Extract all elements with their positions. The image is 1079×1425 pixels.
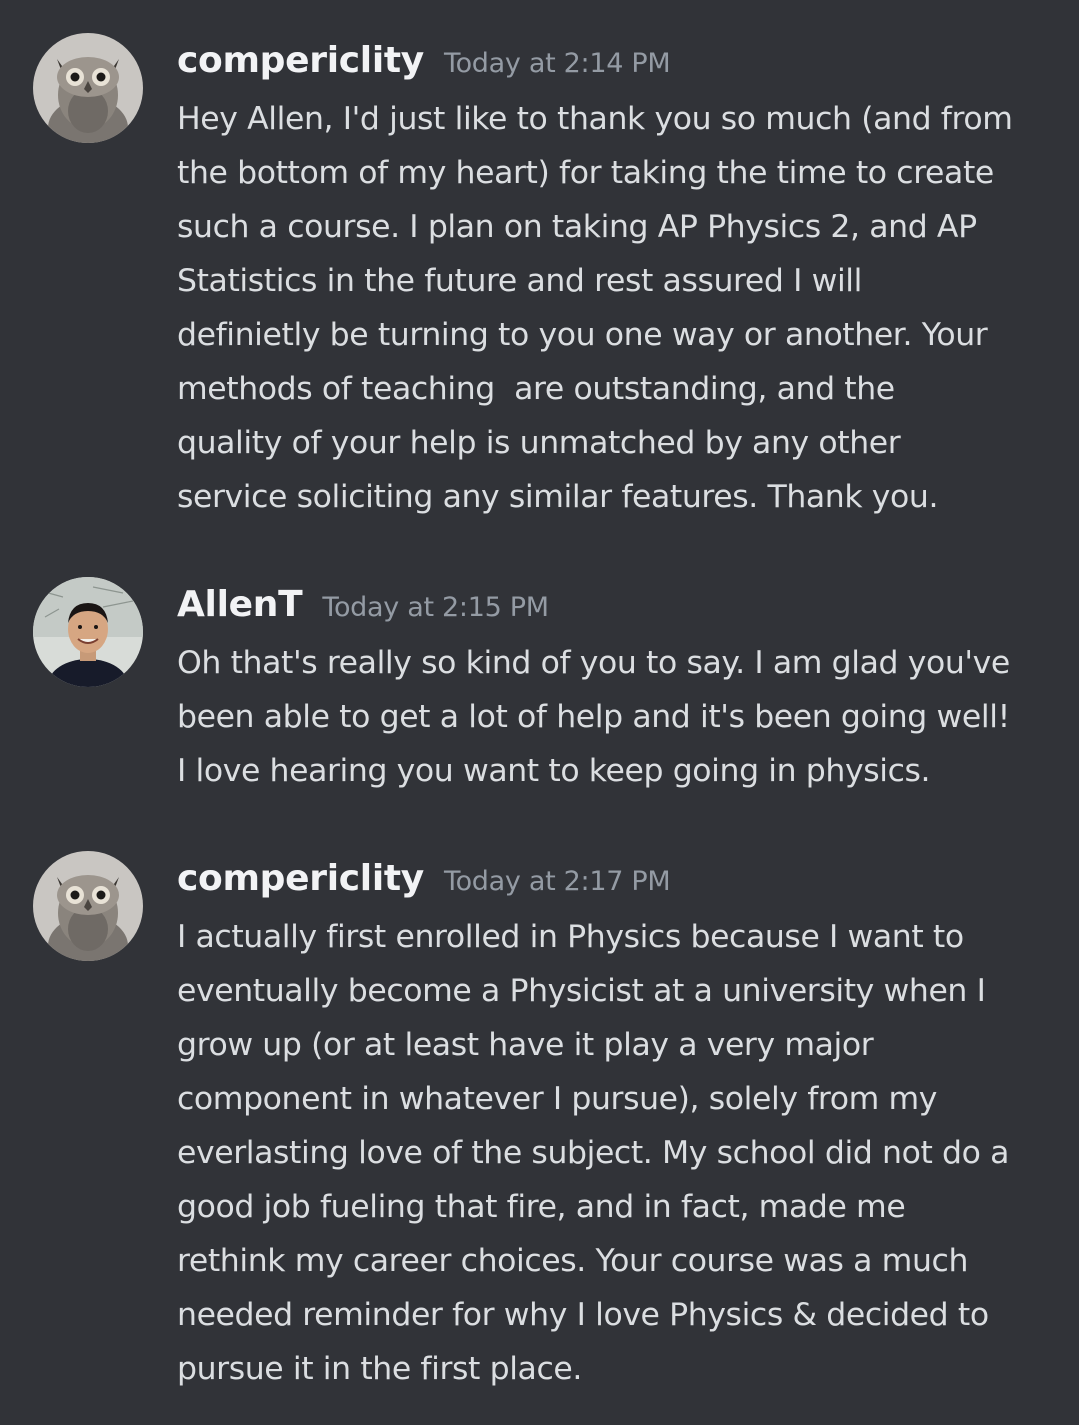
owl-avatar-icon[interactable] (33, 851, 143, 961)
timestamp[interactable]: Today at 2:14 PM (444, 48, 671, 79)
message-line: component in whatever I pursue), solely … (177, 1081, 938, 1117)
message-line: eventually become a Physicist at a unive… (177, 973, 986, 1009)
timestamp[interactable]: Today at 2:15 PM (322, 592, 549, 623)
timestamp[interactable]: Today at 2:17 PM (444, 866, 671, 897)
message-line: good job fueling that fire, and in fact,… (177, 1189, 906, 1225)
message-line: everlasting love of the subject. My scho… (177, 1135, 1010, 1171)
message-content: I actually first enrolled in Physics bec… (177, 910, 1057, 1396)
message-line: such a course. I plan on taking AP Physi… (177, 209, 977, 245)
message-line: I love hearing you want to keep going in… (177, 753, 931, 789)
message-line: I actually first enrolled in Physics bec… (177, 919, 964, 955)
message-line: grow up (or at least have it play a very… (177, 1027, 874, 1063)
message-header: compericlity Today at 2:14 PM (177, 40, 671, 81)
message-line: the bottom of my heart) for taking the t… (177, 155, 994, 191)
username[interactable]: compericlity (177, 858, 424, 899)
username[interactable]: compericlity (177, 40, 424, 81)
person-avatar-icon[interactable] (33, 577, 143, 687)
message-line: definietly be turning to you one way or … (177, 317, 988, 353)
message-header: compericlity Today at 2:17 PM (177, 858, 671, 899)
message-line: rethink my career choices. Your course w… (177, 1243, 969, 1279)
message-line: pursue it in the first place. (177, 1351, 582, 1387)
message-header: AllenT Today at 2:15 PM (177, 584, 549, 625)
message-line: needed reminder for why I love Physics &… (177, 1297, 989, 1333)
message-line: Statistics in the future and rest assure… (177, 263, 863, 299)
message-line: Hey Allen, I'd just like to thank you so… (177, 101, 1013, 137)
username[interactable]: AllenT (177, 584, 303, 625)
message-line: quality of your help is unmatched by any… (177, 425, 901, 461)
message-content: Hey Allen, I'd just like to thank you so… (177, 92, 1057, 524)
message-line: service soliciting any similar features.… (177, 479, 939, 515)
message-line: been able to get a lot of help and it's … (177, 699, 1010, 735)
message-line: methods of teaching are outstanding, and… (177, 371, 895, 407)
message-content: Oh that's really so kind of you to say. … (177, 636, 1057, 798)
owl-avatar-icon[interactable] (33, 33, 143, 143)
message-line: Oh that's really so kind of you to say. … (177, 645, 1010, 681)
